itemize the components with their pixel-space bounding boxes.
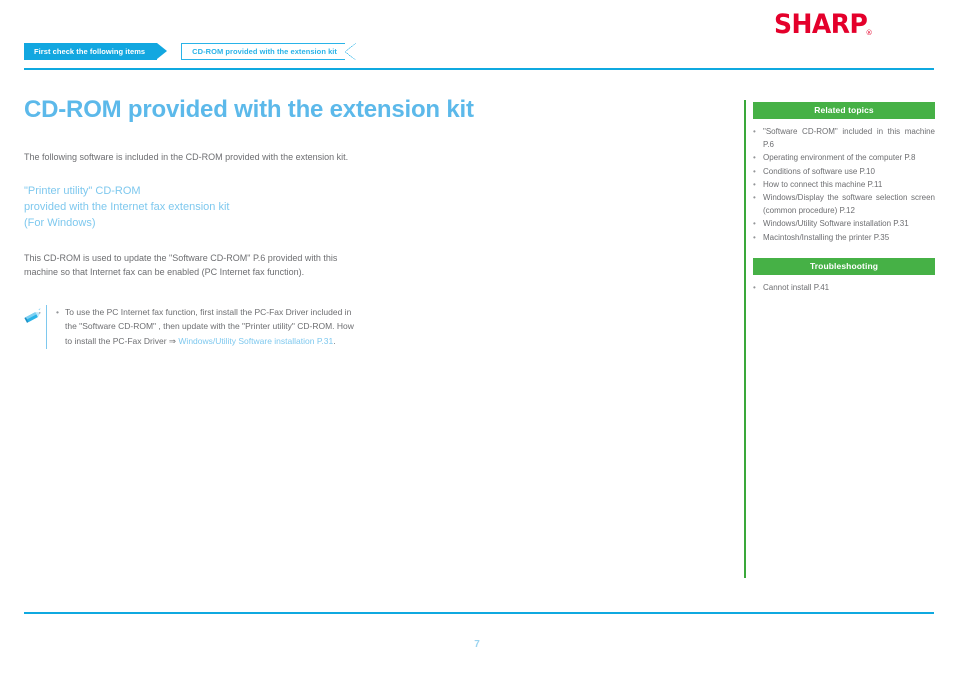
main-content: CD-ROM provided with the extension kit T… (24, 96, 684, 349)
sharp-wordmark: SHARP (774, 9, 868, 40)
sidebar-divider (744, 100, 746, 578)
note-bullet: • (56, 306, 59, 317)
list-bullet: • (753, 179, 756, 189)
list-item[interactable]: • Operating environment of the computer P… (753, 151, 935, 164)
footer-divider (24, 612, 934, 614)
breadcrumb: First check the following items CD-ROM p… (24, 43, 356, 60)
list-item-label: How to connect this machine P.11 (763, 179, 883, 189)
header-divider (24, 68, 934, 70)
list-item[interactable]: • How to connect this machine P.11 (753, 178, 935, 191)
note-text-after-link: . (333, 336, 336, 346)
page-number: 7 (474, 639, 480, 650)
troubleshooting-list: • Cannot install P.41 (753, 275, 935, 294)
related-topics-list: • "Software CD-ROM" included in this mach… (753, 119, 935, 244)
sharp-logo: SHARP ® (774, 9, 936, 40)
breadcrumb-item-label: First check the following items (34, 46, 146, 56)
list-item-label: Windows/Display the software selection s… (763, 192, 935, 216)
list-item-label: Macintosh/Installing the printer P.35 (763, 232, 890, 242)
list-bullet: • (753, 282, 756, 292)
list-item-label: Cannot install P.41 (763, 282, 830, 292)
list-bullet: • (753, 219, 756, 229)
sidebar: Related topics • "Software CD-ROM" includ… (753, 102, 935, 294)
list-item-label: Conditions of software use P.10 (763, 166, 875, 176)
section-subheading: "Printer utility" CD-ROM provided with t… (24, 185, 230, 229)
list-item-label: "Software CD-ROM" included in this machi… (763, 127, 935, 150)
list-item[interactable]: • Windows/Display the software selection … (753, 191, 935, 217)
breadcrumb-item-cdrom-extension-kit[interactable]: CD-ROM provided with the extension kit (181, 43, 356, 60)
list-item[interactable]: • Windows/Utility Software installation P… (753, 217, 935, 230)
list-item-label: Operating environment of the computer P.… (763, 153, 916, 163)
list-item[interactable]: • "Software CD-ROM" included in this mach… (753, 125, 935, 151)
page-title: CD-ROM provided with the extension kit (24, 96, 474, 123)
breadcrumb-item-first-check[interactable]: First check the following items (24, 43, 168, 60)
related-topics-header: Related topics (753, 102, 935, 119)
list-bullet: • (753, 127, 756, 136)
pencil-note-icon (24, 305, 46, 329)
note-link[interactable]: Windows/Utility Software installation P.… (178, 336, 333, 346)
list-item[interactable]: • Conditions of software use P.10 (753, 165, 935, 178)
note-paragraph: To use the PC Internet fax function, fir… (65, 305, 356, 349)
list-item[interactable]: • Macintosh/Installing the printer P.35 (753, 231, 935, 244)
list-bullet: • (753, 232, 756, 242)
note-accent-bar (46, 304, 47, 349)
list-bullet: • (753, 153, 756, 163)
note-box: • To use the PC Internet fax function, f… (24, 304, 684, 349)
related-topics-panel: Related topics • "Software CD-ROM" includ… (753, 102, 935, 244)
list-bullet: • (753, 166, 756, 176)
troubleshooting-header: Troubleshooting (753, 257, 935, 275)
list-bullet: • (753, 192, 756, 202)
list-item[interactable]: • Cannot install P.41 (753, 281, 935, 294)
breadcrumb-item-label: CD-ROM provided with the extension kit (192, 46, 337, 56)
note-text: • To use the PC Internet fax function, f… (56, 305, 356, 349)
intro-paragraph: The following software is included in th… (24, 151, 349, 162)
body-paragraph: This CD-ROM is used to update the "Softw… (24, 252, 338, 277)
list-item-label: Windows/Utility Software installation P.… (763, 219, 909, 229)
troubleshooting-panel: Troubleshooting • Cannot install P.41 (753, 257, 935, 294)
